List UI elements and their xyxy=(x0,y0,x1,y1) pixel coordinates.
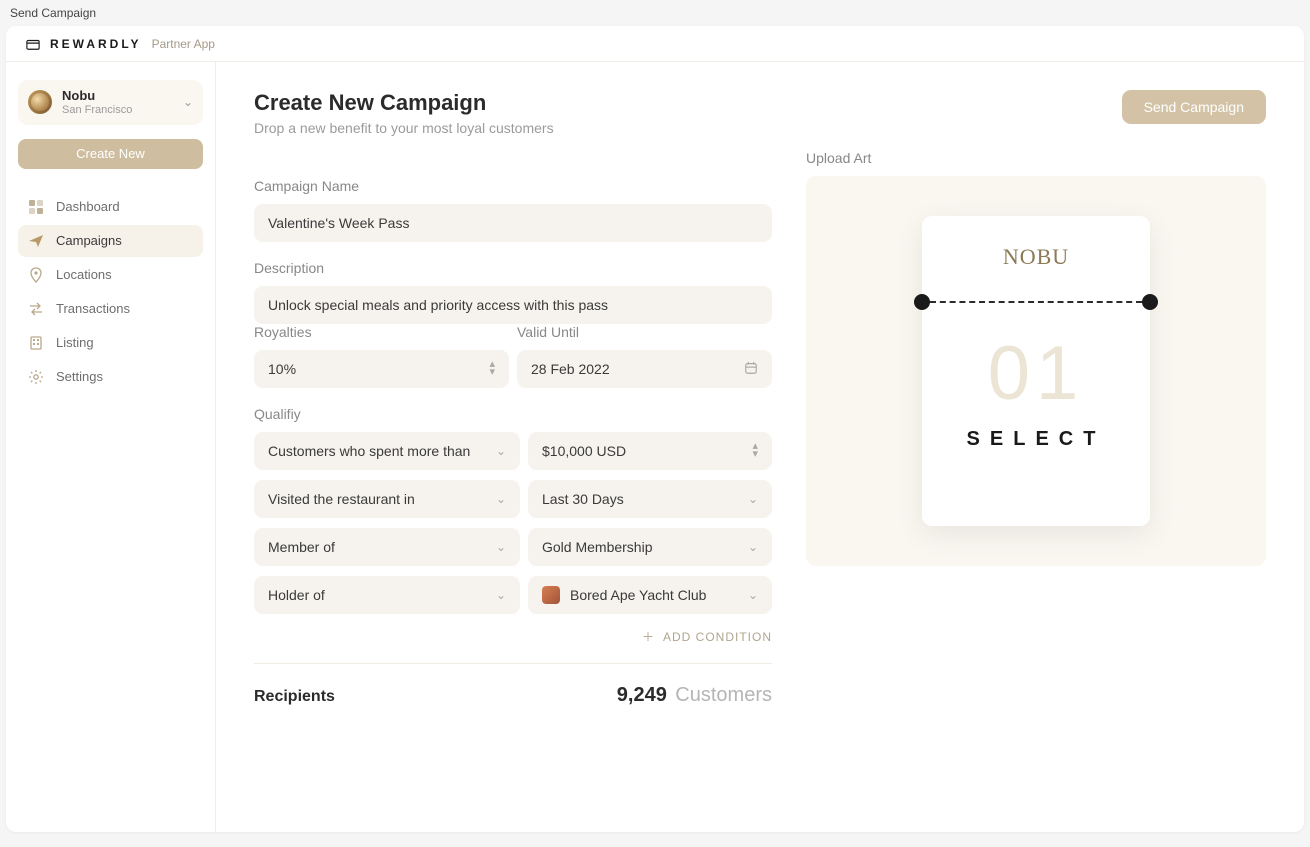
nft-thumbnail-icon xyxy=(542,586,560,604)
business-location: San Francisco xyxy=(62,104,173,117)
qualify-condition-value: Member of xyxy=(268,539,335,555)
qualify-value: Last 30 Days xyxy=(542,491,624,507)
royalties-label: Royalties xyxy=(254,324,509,340)
business-name: Nobu xyxy=(62,88,173,104)
create-new-button[interactable]: Create New xyxy=(18,139,203,169)
qualify-value-select-4[interactable]: Bored Ape Yacht Club ⌄ xyxy=(528,576,772,614)
sidebar-item-label: Dashboard xyxy=(56,199,120,214)
sidebar-item-settings[interactable]: Settings xyxy=(18,361,203,393)
page-title: Create New Campaign xyxy=(254,90,554,116)
qualify-condition-select-4[interactable]: Holder of ⌄ xyxy=(254,576,520,614)
brand-name: REWARDLY xyxy=(50,37,142,51)
recipients-unit: Customers xyxy=(675,684,772,706)
campaign-name-input[interactable] xyxy=(254,204,772,242)
send-campaign-button[interactable]: Send Campaign xyxy=(1122,90,1266,124)
pass-tier: SELECT xyxy=(967,428,1106,451)
gear-icon xyxy=(28,369,44,385)
divider xyxy=(254,663,772,664)
qualify-condition-select-2[interactable]: Visited the restaurant in ⌄ xyxy=(254,480,520,518)
chevron-down-icon: ⌄ xyxy=(748,543,758,551)
dashboard-icon xyxy=(28,199,44,215)
app-frame: REWARDLY Partner App Nobu San Francisco … xyxy=(6,26,1304,832)
sidebar: Nobu San Francisco ⌄ Create New Dashboar… xyxy=(6,62,216,832)
pass-tear-line xyxy=(922,294,1150,310)
stepper-icon: ▴▾ xyxy=(752,443,758,458)
sidebar-item-campaigns[interactable]: Campaigns xyxy=(18,225,203,257)
brand-subtitle: Partner App xyxy=(152,37,215,51)
royalties-stepper[interactable]: 10% ▴▾ xyxy=(254,350,509,388)
description-label: Description xyxy=(254,260,772,276)
recipients-count: 9,249 xyxy=(617,684,667,706)
qualify-value-select-2[interactable]: Last 30 Days ⌄ xyxy=(528,480,772,518)
chevron-down-icon: ⌄ xyxy=(496,495,506,503)
qualify-condition-value: Customers who spent more than xyxy=(268,443,470,459)
chevron-down-icon: ⌄ xyxy=(748,591,758,599)
add-condition-label: ADD CONDITION xyxy=(663,630,772,644)
qualify-condition-value: Holder of xyxy=(268,587,325,603)
valid-until-date-input[interactable]: 28 Feb 2022 xyxy=(517,350,772,388)
stepper-icon: ▴▾ xyxy=(489,361,495,376)
sidebar-item-label: Locations xyxy=(56,267,112,282)
qualify-value-stepper-1[interactable]: $10,000 USD ▴▾ xyxy=(528,432,772,470)
sidebar-item-label: Transactions xyxy=(56,301,130,316)
calendar-icon xyxy=(744,361,758,378)
qualify-condition-select-1[interactable]: Customers who spent more than ⌄ xyxy=(254,432,520,470)
business-switcher[interactable]: Nobu San Francisco ⌄ xyxy=(18,80,203,125)
topbar: REWARDLY Partner App xyxy=(6,26,1304,62)
sidebar-item-label: Listing xyxy=(56,335,94,350)
description-input[interactable] xyxy=(254,286,772,324)
pass-number: 01 xyxy=(988,336,1085,412)
plus-icon: ＋ xyxy=(642,628,655,645)
recipients-label: Recipients xyxy=(254,688,335,706)
chevron-down-icon: ⌄ xyxy=(496,543,506,551)
royalties-value: 10% xyxy=(268,361,296,377)
chevron-down-icon: ⌄ xyxy=(496,591,506,599)
brand-logo-icon xyxy=(26,37,40,51)
window-tab-label: Send Campaign xyxy=(0,0,1310,26)
sidebar-item-locations[interactable]: Locations xyxy=(18,259,203,291)
send-icon xyxy=(28,233,44,249)
qualify-value: $10,000 USD xyxy=(542,443,626,459)
pass-preview-card: NOBU 01 SELECT xyxy=(922,216,1150,526)
transfer-icon xyxy=(28,301,44,317)
upload-art-label: Upload Art xyxy=(806,150,1266,166)
main-content: Create New Campaign Drop a new benefit t… xyxy=(216,62,1304,832)
upload-art-dropzone[interactable]: NOBU 01 SELECT xyxy=(806,176,1266,566)
sidebar-item-label: Campaigns xyxy=(56,233,122,248)
chevron-down-icon: ⌄ xyxy=(748,495,758,503)
business-avatar xyxy=(28,90,52,114)
sidebar-item-dashboard[interactable]: Dashboard xyxy=(18,191,203,223)
campaign-name-label: Campaign Name xyxy=(254,178,772,194)
chevron-down-icon: ⌄ xyxy=(496,447,506,455)
sidebar-nav: Dashboard Campaigns Locations Transactio… xyxy=(18,191,203,393)
chevron-down-icon: ⌄ xyxy=(183,95,193,109)
valid-until-value: 28 Feb 2022 xyxy=(531,361,610,377)
qualify-condition-value: Visited the restaurant in xyxy=(268,491,415,507)
qualify-value: Bored Ape Yacht Club xyxy=(570,587,706,603)
sidebar-item-label: Settings xyxy=(56,369,103,384)
sidebar-item-listing[interactable]: Listing xyxy=(18,327,203,359)
add-condition-button[interactable]: ＋ ADD CONDITION xyxy=(254,628,772,645)
sidebar-item-transactions[interactable]: Transactions xyxy=(18,293,203,325)
valid-until-label: Valid Until xyxy=(517,324,772,340)
pin-icon xyxy=(28,267,44,283)
qualify-condition-select-3[interactable]: Member of ⌄ xyxy=(254,528,520,566)
qualify-value: Gold Membership xyxy=(542,539,653,555)
pass-brand-logo: NOBU xyxy=(1003,244,1069,270)
page-subtitle: Drop a new benefit to your most loyal cu… xyxy=(254,120,554,136)
qualify-value-select-3[interactable]: Gold Membership ⌄ xyxy=(528,528,772,566)
qualify-label: Qualifiy xyxy=(254,406,772,422)
building-icon xyxy=(28,335,44,351)
